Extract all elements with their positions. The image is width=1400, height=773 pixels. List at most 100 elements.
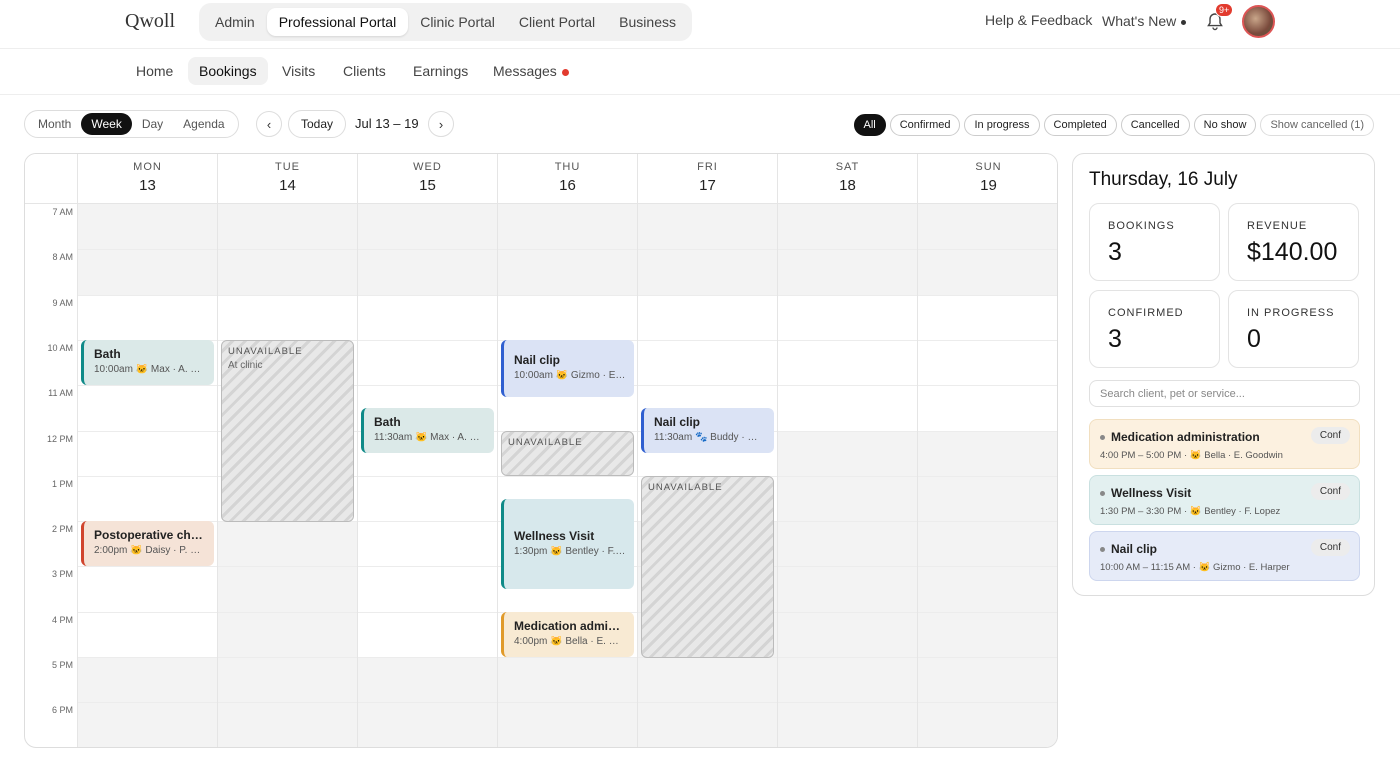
filter-no-show[interactable]: No show (1193, 114, 1257, 136)
unread-dot (561, 68, 569, 76)
day-header-sat[interactable]: SAT 18 (777, 154, 917, 204)
today-button[interactable]: Today (288, 110, 347, 138)
event-meta: 11:30am 🐾 Buddy · W. B... (654, 432, 766, 443)
portal-tab-client[interactable]: Client Portal (507, 8, 607, 36)
unavailable-label: UNAVAILABLE (648, 482, 723, 493)
booking-card[interactable]: Wellness Visit 1:30 PM – 3:30 PM · 🐱 Ben… (1089, 475, 1360, 525)
booking-card[interactable]: Medication administration 4:00 PM – 5:00… (1089, 419, 1360, 469)
notification-badge: 9+ (1215, 3, 1234, 17)
unavailable-block[interactable]: UNAVAILABLE At clinic (221, 340, 354, 522)
booking-event[interactable]: Nail clip 10:00am 🐱 Gizmo · E. ... (501, 340, 634, 397)
portal-switcher: Admin Professional Portal Clinic Portal … (199, 3, 692, 41)
day-name: MON (133, 161, 162, 173)
app-logo[interactable]: Qwoll (125, 10, 175, 33)
next-week-button[interactable]: › (428, 111, 454, 137)
day-header-sun[interactable]: SUN 19 (917, 154, 1057, 204)
time-label: 11 AM (48, 388, 73, 398)
event-title: Medication admini... (514, 619, 626, 633)
nav-messages-label: Messages (493, 63, 557, 79)
filter-confirmed[interactable]: Confirmed (889, 114, 961, 136)
day-header-fri[interactable]: FRI 17 (637, 154, 777, 204)
booking-title: Medication administration (1111, 430, 1260, 444)
chevron-right-icon: › (438, 116, 444, 132)
nav-visits[interactable]: Visits (271, 57, 326, 85)
booking-event[interactable]: Nail clip 11:30am 🐾 Buddy · W. B... (641, 408, 774, 453)
status-badge: Conf (1310, 427, 1350, 444)
day-number: 18 (839, 177, 856, 194)
stat-label: BOOKINGS (1108, 220, 1175, 232)
stat-label: IN PROGRESS (1247, 307, 1335, 319)
view-week[interactable]: Week (81, 113, 132, 135)
nav-bookings[interactable]: Bookings (188, 57, 268, 85)
search-input[interactable]: Search client, pet or service... (1089, 380, 1360, 407)
booking-event[interactable]: Postoperative check 2:00pm 🐱 Daisy · P. … (81, 521, 214, 566)
date-range: Jul 13 – 19 (355, 116, 419, 131)
filter-cancelled[interactable]: Cancelled (1120, 114, 1190, 136)
stat-label: REVENUE (1247, 220, 1308, 232)
panel-title: Thursday, 16 July (1089, 169, 1238, 190)
event-title: Postoperative check (94, 528, 206, 542)
time-label: 3 PM (51, 569, 73, 579)
portal-tab-business[interactable]: Business (607, 8, 688, 36)
stat-value: 3 (1108, 238, 1122, 266)
filter-completed[interactable]: Completed (1043, 114, 1117, 136)
time-label: 4 PM (51, 615, 73, 625)
event-meta: 10:00am 🐱 Max · A. Ny... (94, 364, 206, 375)
booking-card[interactable]: Nail clip 10:00 AM – 11:15 AM · 🐱 Gizmo … (1089, 531, 1360, 581)
day-header-tue[interactable]: TUE 14 (217, 154, 357, 204)
stat-value: 3 (1108, 325, 1122, 353)
user-avatar[interactable] (1242, 5, 1275, 38)
stat-value: 0 (1247, 325, 1261, 353)
nav-clients[interactable]: Clients (332, 57, 397, 85)
stat-revenue: REVENUE $140.00 (1228, 203, 1359, 281)
time-label: 10 AM (47, 343, 73, 353)
day-name: SAT (835, 161, 860, 173)
event-meta: 1:30pm 🐱 Bentley · F. L... (514, 546, 626, 557)
portal-tab-professional[interactable]: Professional Portal (266, 8, 409, 36)
booking-event[interactable]: Medication admini... 4:00pm 🐱 Bella · E.… (501, 612, 634, 657)
stat-value: $140.00 (1247, 238, 1338, 266)
view-day[interactable]: Day (132, 113, 173, 135)
event-title: Nail clip (654, 415, 701, 429)
filter-in-progress[interactable]: In progress (964, 114, 1040, 136)
time-label: 1 PM (51, 479, 73, 489)
booking-title: Wellness Visit (1111, 486, 1192, 500)
prev-week-button[interactable]: ‹ (256, 111, 282, 137)
portal-tab-clinic[interactable]: Clinic Portal (408, 8, 507, 36)
time-label: 5 PM (51, 660, 73, 670)
event-meta: 11:30am 🐱 Max · A. Nyu... (374, 432, 486, 443)
day-number: 19 (980, 177, 997, 194)
day-header-mon[interactable]: MON 13 (77, 154, 217, 204)
nav-messages[interactable]: Messages (482, 57, 580, 85)
booking-event[interactable]: Wellness Visit 1:30pm 🐱 Bentley · F. L..… (501, 499, 634, 589)
day-name: TUE (275, 161, 300, 173)
day-name: FRI (697, 161, 718, 173)
day-header-thu[interactable]: THU 16 (497, 154, 637, 204)
help-feedback-link[interactable]: Help & Feedback (985, 12, 1092, 28)
portal-tab-admin[interactable]: Admin (203, 8, 267, 36)
stat-bookings: BOOKINGS 3 (1089, 203, 1220, 281)
nav-earnings[interactable]: Earnings (402, 57, 479, 85)
day-name: SUN (975, 161, 1002, 173)
day-name: THU (554, 161, 581, 173)
whats-new-link[interactable]: What's New (1102, 13, 1187, 29)
unavailable-block[interactable]: UNAVAILABLE (641, 476, 774, 658)
event-title: Nail clip (514, 353, 561, 367)
view-agenda[interactable]: Agenda (173, 113, 234, 135)
time-label: 8 AM (52, 252, 73, 262)
day-header-wed[interactable]: WED 15 (357, 154, 497, 204)
stat-in-progress: IN PROGRESS 0 (1228, 290, 1359, 368)
filter-all[interactable]: All (853, 114, 886, 136)
nav-home[interactable]: Home (125, 57, 184, 85)
status-badge: Conf (1310, 539, 1350, 556)
time-label: 6 PM (51, 705, 73, 715)
show-cancelled-toggle[interactable]: Show cancelled (1) (1260, 114, 1374, 136)
booking-meta: 4:00 PM – 5:00 PM · 🐱 Bella · E. Goodwin (1100, 450, 1283, 461)
day-name: WED (413, 161, 442, 173)
booking-event[interactable]: Bath 10:00am 🐱 Max · A. Ny... (81, 340, 214, 385)
unavailable-label: UNAVAILABLE (228, 346, 303, 357)
view-month[interactable]: Month (28, 113, 81, 135)
booking-event[interactable]: Bath 11:30am 🐱 Max · A. Nyu... (361, 408, 494, 453)
unavailable-block[interactable]: UNAVAILABLE (501, 431, 634, 476)
whats-new-dot (1181, 19, 1187, 25)
